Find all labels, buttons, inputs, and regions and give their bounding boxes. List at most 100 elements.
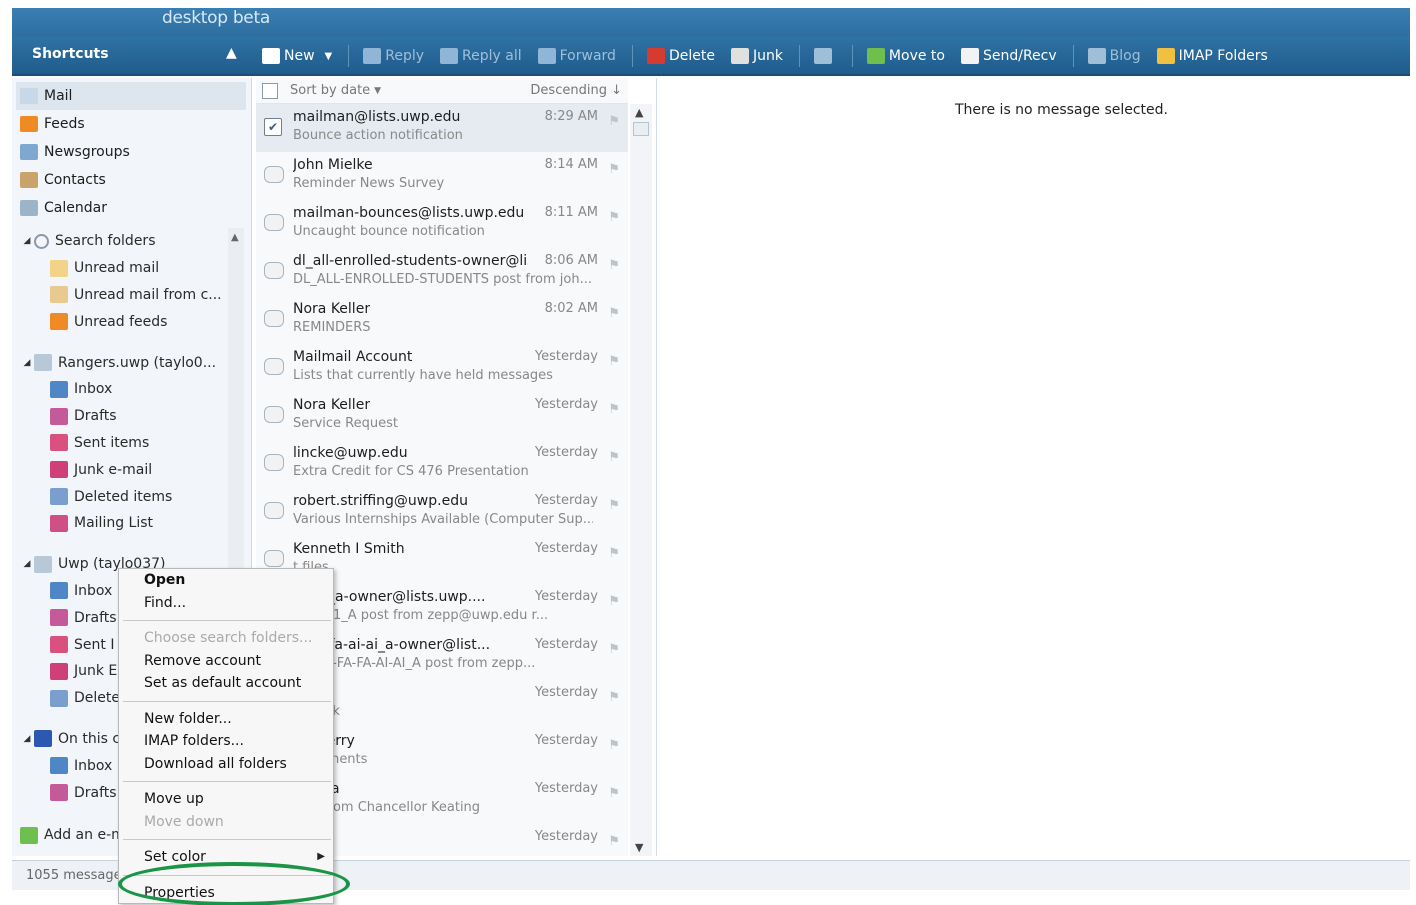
message-list-scrollbar[interactable]: ▲ ▼ xyxy=(630,104,652,856)
menu-item-open[interactable]: Open xyxy=(119,569,333,592)
expand-triangle-icon[interactable]: ◢ xyxy=(20,236,34,246)
envelope-icon[interactable] xyxy=(264,166,284,183)
folder-item[interactable]: Unread mail from c... xyxy=(12,282,230,309)
delete-button[interactable]: Delete xyxy=(646,48,715,64)
scroll-up-icon[interactable]: ▲ xyxy=(231,232,239,243)
reply-all-button[interactable]: Reply all xyxy=(440,48,522,64)
checkbox-checked-icon[interactable]: ✔ xyxy=(264,118,282,136)
flag-icon[interactable]: ⚑ xyxy=(608,690,620,705)
scroll-up-icon[interactable]: ▲ xyxy=(635,106,643,119)
flag-icon[interactable]: ⚑ xyxy=(608,546,620,561)
shortcut-label: Feeds xyxy=(44,116,85,132)
forward-button[interactable]: Forward xyxy=(537,48,616,64)
message-time: 8:02 AM xyxy=(544,301,598,316)
print-button[interactable] xyxy=(813,48,836,64)
folder-item[interactable]: Sent items xyxy=(12,430,230,457)
folder-item[interactable]: Inbox xyxy=(12,376,230,403)
shortcut-contacts[interactable]: Contacts xyxy=(16,166,246,194)
blog-button[interactable]: Blog xyxy=(1087,48,1141,64)
new-button[interactable]: New ▼ xyxy=(262,48,332,64)
message-row[interactable]: robert.striffing@uwp.edu Various Internsh… xyxy=(256,488,628,536)
message-count: 1055 message xyxy=(26,868,122,883)
envelope-icon[interactable] xyxy=(264,550,284,567)
menu-item-new-folder[interactable]: New folder... xyxy=(119,708,333,731)
message-row[interactable]: dl_all-enrolled-students-owner@list... DL… xyxy=(256,248,628,296)
folder-item[interactable]: ◢ Search folders xyxy=(12,228,230,255)
flag-icon[interactable]: ⚑ xyxy=(608,834,620,849)
message-row[interactable]: Mailmail Account Lists that currently hav… xyxy=(256,344,628,392)
message-row[interactable]: ✔ mailman@lists.uwp.edu Bounce action noti… xyxy=(256,104,628,152)
menu-item-remove-account[interactable]: Remove account xyxy=(119,650,333,673)
flag-icon[interactable]: ⚑ xyxy=(608,354,620,369)
message-row[interactable]: John Mielke Reminder News Survey 8:14 AM ⚑ xyxy=(256,152,628,200)
menu-item-set-as-default-account[interactable]: Set as default account xyxy=(119,672,333,695)
select-all-checkbox[interactable] xyxy=(262,82,278,99)
flag-icon[interactable]: ⚑ xyxy=(608,162,620,177)
folder-item[interactable]: ◢ Rangers.uwp (taylo0... xyxy=(12,349,230,376)
toolbar-button-label: Forward xyxy=(559,48,616,64)
chevron-down-icon[interactable]: ▼ xyxy=(325,51,333,62)
expand-triangle-icon[interactable]: ◢ xyxy=(20,559,34,569)
imap-folders-button[interactable]: IMAP Folders xyxy=(1156,48,1268,64)
envelope-icon[interactable] xyxy=(264,454,284,471)
envelope-icon[interactable] xyxy=(264,502,284,519)
expand-triangle-icon[interactable]: ◢ xyxy=(20,358,34,368)
collapse-up-icon[interactable]: ▲ xyxy=(226,45,237,61)
print-icon xyxy=(813,48,832,64)
sort-by-dropdown[interactable]: Sort by date xyxy=(290,83,370,98)
flag-icon[interactable]: ⚑ xyxy=(608,258,620,273)
folder-item[interactable]: Unread mail xyxy=(12,255,230,282)
message-row[interactable]: mailman-bounces@lists.uwp.edu Uncaught bo… xyxy=(256,200,628,248)
folder-label: Sent items xyxy=(74,434,150,451)
shortcut-feeds[interactable]: Feeds xyxy=(16,110,246,138)
flag-icon[interactable]: ⚑ xyxy=(608,450,620,465)
folder-item[interactable]: Drafts xyxy=(12,403,230,430)
flag-icon[interactable]: ⚑ xyxy=(608,594,620,609)
folder-item[interactable]: Junk e-mail xyxy=(12,456,230,483)
shortcut-newsgroups[interactable]: Newsgroups xyxy=(16,138,246,166)
envelope-icon[interactable] xyxy=(264,214,284,231)
flag-icon[interactable]: ⚑ xyxy=(608,642,620,657)
account-icon xyxy=(34,354,52,372)
flag-icon[interactable]: ⚑ xyxy=(608,306,620,321)
menu-item-move-up[interactable]: Move up xyxy=(119,788,333,811)
title-bar: desktop beta xyxy=(12,8,1410,36)
reply-button[interactable]: Reply xyxy=(363,48,424,64)
envelope-icon[interactable] xyxy=(264,310,284,327)
envelope-icon[interactable] xyxy=(264,262,284,279)
flag-icon[interactable]: ⚑ xyxy=(608,498,620,513)
toolbar-separator xyxy=(631,45,633,67)
folder-item[interactable]: Unread feeds xyxy=(12,308,230,335)
menu-item-imap-folders[interactable]: IMAP folders... xyxy=(119,730,333,753)
send-recv-button[interactable]: Send/Recv xyxy=(960,48,1057,64)
app-title: desktop beta xyxy=(162,8,270,28)
flag-icon[interactable]: ⚑ xyxy=(608,786,620,801)
message-row[interactable]: Nora Keller REMINDERS 8:02 AM ⚑ xyxy=(256,296,628,344)
message-subject: REMINDERS xyxy=(293,320,371,335)
envelope-icon[interactable] xyxy=(264,406,284,423)
flag-icon[interactable]: ⚑ xyxy=(608,210,620,225)
flag-icon[interactable]: ⚑ xyxy=(608,114,620,129)
scroll-down-icon[interactable]: ▼ xyxy=(635,841,643,854)
toolbar: Shortcuts ▲ New ▼ Reply Reply all Forward Del… xyxy=(12,36,1410,76)
sort-order-toggle[interactable]: Descending ↓ xyxy=(530,83,622,98)
toolbar-buttons: New ▼ Reply Reply all Forward Delete Junk Move … xyxy=(262,36,1284,76)
flag-icon[interactable]: ⚑ xyxy=(608,402,620,417)
envelope-icon[interactable] xyxy=(264,358,284,375)
message-row[interactable]: lincke@uwp.edu Extra Credit for CS 476 Pr… xyxy=(256,440,628,488)
shortcuts-header[interactable]: Shortcuts ▲ xyxy=(12,36,252,76)
menu-item-download-all-folders[interactable]: Download all folders xyxy=(119,753,333,776)
shortcut-calendar[interactable]: Calendar xyxy=(16,194,246,222)
message-time: Yesterday xyxy=(534,781,598,796)
menu-item-find[interactable]: Find... xyxy=(119,592,333,615)
folder-item[interactable]: Mailing List xyxy=(12,510,230,537)
message-row[interactable]: Nora Keller Service Request Yesterday ⚑ xyxy=(256,392,628,440)
shortcut-mail[interactable]: Mail xyxy=(16,82,246,110)
newsgroups-icon xyxy=(20,144,38,160)
flag-icon[interactable]: ⚑ xyxy=(608,738,620,753)
junk-button[interactable]: Junk xyxy=(730,48,783,64)
move-to-button[interactable]: Move to xyxy=(866,48,945,64)
expand-triangle-icon[interactable]: ◢ xyxy=(20,734,34,744)
folder-item[interactable]: Deleted items xyxy=(12,483,230,510)
scroll-thumb[interactable] xyxy=(633,122,649,136)
